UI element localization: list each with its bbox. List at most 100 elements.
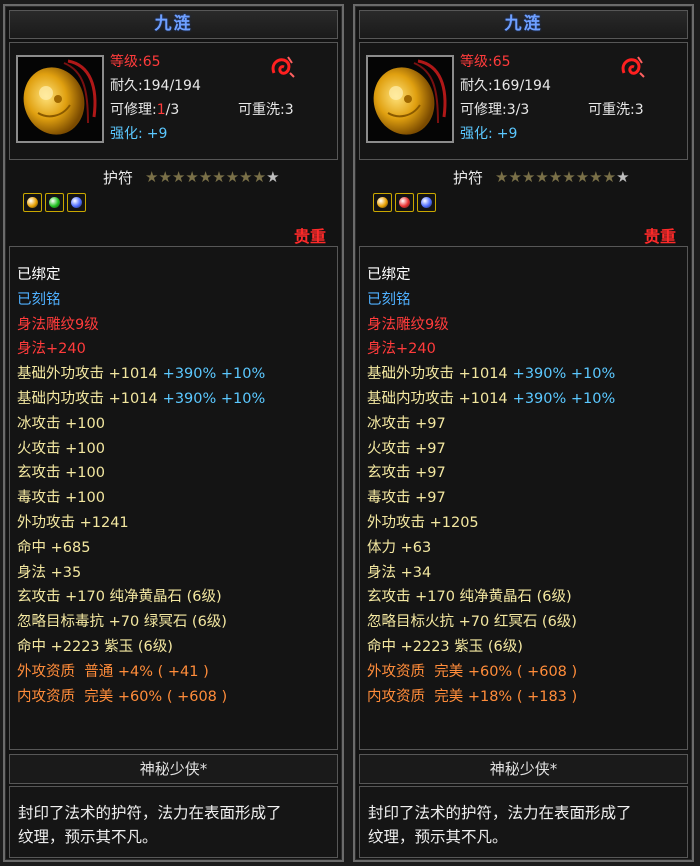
- stat-line: 外功攻击 +1205: [367, 511, 615, 536]
- stat-line: 命中 +2223 紫玉 (6级): [17, 635, 265, 660]
- description-line: 封印了法术的护符，法力在表面形成了: [368, 804, 632, 822]
- item-header: 等级:65 耐久:169/194 可修理:3/3 可重洗:3 强化: +9: [359, 42, 688, 160]
- gem-slots: [23, 193, 89, 212]
- gem-icon[interactable]: [45, 193, 64, 212]
- stat-line: 体力 +63: [367, 536, 615, 561]
- stat-text: 火攻击 +97: [367, 440, 446, 457]
- star-icon: ★: [239, 168, 253, 186]
- level-label: 等级: [460, 54, 488, 70]
- stat-text: 体力 +63: [367, 539, 432, 556]
- star-icon: ★: [616, 168, 630, 186]
- bound-seal: [268, 53, 296, 81]
- stat-text: 命中 +2223 紫玉 (6级): [17, 638, 173, 655]
- stat-text: 玄攻击 +170 纯净黄晶石 (6级): [17, 589, 222, 606]
- seal-icon: [271, 56, 295, 78]
- engraved-status: 已刻铭: [367, 291, 411, 308]
- bound-seal: [618, 53, 646, 81]
- gem-stone: [71, 197, 82, 208]
- gem-stone: [399, 197, 410, 208]
- star-icon: ★: [225, 168, 240, 186]
- gem-stone: [49, 197, 60, 208]
- star-icon: ★: [158, 168, 172, 186]
- stat-text: 外功攻击 +1205: [367, 514, 479, 531]
- stat-text: 命中 +685: [17, 539, 91, 556]
- stat-text: 身法 +34: [367, 564, 432, 581]
- enhance-label: 强化:: [110, 126, 143, 142]
- star-icon: ★: [212, 168, 226, 186]
- star-icon: ★: [185, 168, 199, 186]
- item-title: 九涟: [9, 10, 338, 39]
- stat-text: 基础外功攻击 +1014: [17, 366, 158, 383]
- item-type: 护符: [103, 169, 134, 187]
- gem-slots: [373, 193, 439, 212]
- level-line: 等级:65: [460, 51, 511, 73]
- special-bonus: 身法+240: [367, 341, 436, 358]
- stat-line: 火攻击 +100: [17, 437, 265, 462]
- amulet-icon: [373, 59, 447, 135]
- item-icon-slot[interactable]: [16, 55, 104, 143]
- gem-icon[interactable]: [373, 193, 392, 212]
- stat-percent: +390% +10%: [162, 366, 266, 383]
- level-line: 等级:65: [110, 51, 161, 73]
- star-icon: ★: [171, 168, 186, 186]
- rewash-count: 可重洗:3: [588, 102, 644, 118]
- bound-status: 已绑定: [367, 267, 411, 283]
- enhance-line: 强化: +9: [460, 123, 517, 145]
- stat-line: 基础内功攻击 +1014 +390% +10%: [367, 387, 615, 412]
- item-icon-slot[interactable]: [366, 55, 454, 143]
- bound-status: 已绑定: [17, 267, 61, 283]
- item-description: 封印了法术的护符，法力在表面形成了 纹理，预示其不凡。: [359, 786, 688, 858]
- stat-line: 玄攻击 +170 纯净黄晶石 (6级): [17, 585, 265, 610]
- stat-list: 已绑定 已刻铭 身法雕纹9级 身法+240 基础外功攻击 +1014 +390% +10%…: [367, 263, 615, 709]
- enhance-value: +9: [146, 126, 168, 142]
- gem-icon[interactable]: [23, 193, 42, 212]
- stats-box: 已绑定 已刻铭 身法雕纹9级 身法+240 基础外功攻击 +1014 +390% +10%…: [9, 246, 338, 750]
- owner-name: 神秘少侠*: [359, 754, 688, 784]
- stat-line: 冰攻击 +97: [367, 412, 615, 437]
- gem-icon[interactable]: [417, 193, 436, 212]
- stat-text: 基础内功攻击 +1014: [367, 390, 508, 407]
- stat-line: 基础内功攻击 +1014 +390% +10%: [17, 387, 265, 412]
- stat-line: 命中 +685: [17, 536, 265, 561]
- stat-text: 玄攻击 +97: [367, 465, 446, 482]
- star-icon: ★: [252, 168, 267, 186]
- stat-text: 毒攻击 +97: [367, 490, 446, 507]
- special-bonus: 身法雕纹9级: [17, 316, 99, 333]
- quality-line: 内攻资质 完美 +18% ( +183 ): [367, 688, 578, 705]
- description-line: 纹理，预示其不凡。: [368, 828, 508, 846]
- item-tooltip-panel: 九涟 等级:65 耐久:169/194 可修理:3/3 可重洗:3 强化: +9 护符 ★★★★…: [353, 4, 694, 862]
- stat-line: 基础外功攻击 +1014 +390% +10%: [17, 362, 265, 387]
- star-icon: ★: [508, 168, 522, 186]
- star-icon: ★: [535, 168, 549, 186]
- enhance-label: 强化:: [460, 126, 493, 142]
- repair-current: 3: [506, 102, 516, 118]
- star-rating: ★★★★★★★★★★: [495, 168, 630, 186]
- quality-line: 外攻资质 完美 +60% ( +608 ): [367, 663, 578, 680]
- repair-label: 可修理:: [110, 102, 157, 118]
- stat-text: 玄攻击 +170 纯净黄晶石 (6级): [367, 589, 572, 606]
- star-icon: ★: [495, 168, 509, 186]
- quality-line: 外攻资质 普通 +4% ( +41 ): [17, 663, 209, 680]
- special-bonus: 身法+240: [17, 341, 86, 358]
- level-value: :65: [138, 54, 161, 70]
- star-icon: ★: [548, 168, 563, 186]
- stat-percent: +390% +10%: [512, 366, 616, 383]
- owner-name: 神秘少侠*: [9, 754, 338, 784]
- rarity-label: 贵重: [293, 227, 326, 246]
- repair-max: /3: [165, 102, 180, 118]
- item-header: 等级:65 耐久:194/194 可修理:1/3 可重洗:3 强化: +9: [9, 42, 338, 160]
- star-icon: ★: [589, 168, 603, 186]
- enhance-line: 强化: +9: [110, 123, 167, 145]
- stat-text: 忽略目标毒抗 +70 绿冥石 (6级): [17, 614, 227, 631]
- gem-icon[interactable]: [395, 193, 414, 212]
- rewash-count: 可重洗:3: [238, 102, 294, 118]
- gem-icon[interactable]: [67, 193, 86, 212]
- star-icon: ★: [575, 168, 590, 186]
- stat-text: 玄攻击 +100: [17, 465, 105, 482]
- stat-line: 毒攻击 +100: [17, 486, 265, 511]
- durability: 耐久:194/194: [110, 78, 201, 94]
- stat-text: 冰攻击 +97: [367, 415, 446, 432]
- quality-line: 内攻资质 完美 +60% ( +608 ): [17, 688, 228, 705]
- repair-line: 可修理:3/3: [460, 99, 529, 121]
- rarity-label: 贵重: [643, 227, 676, 246]
